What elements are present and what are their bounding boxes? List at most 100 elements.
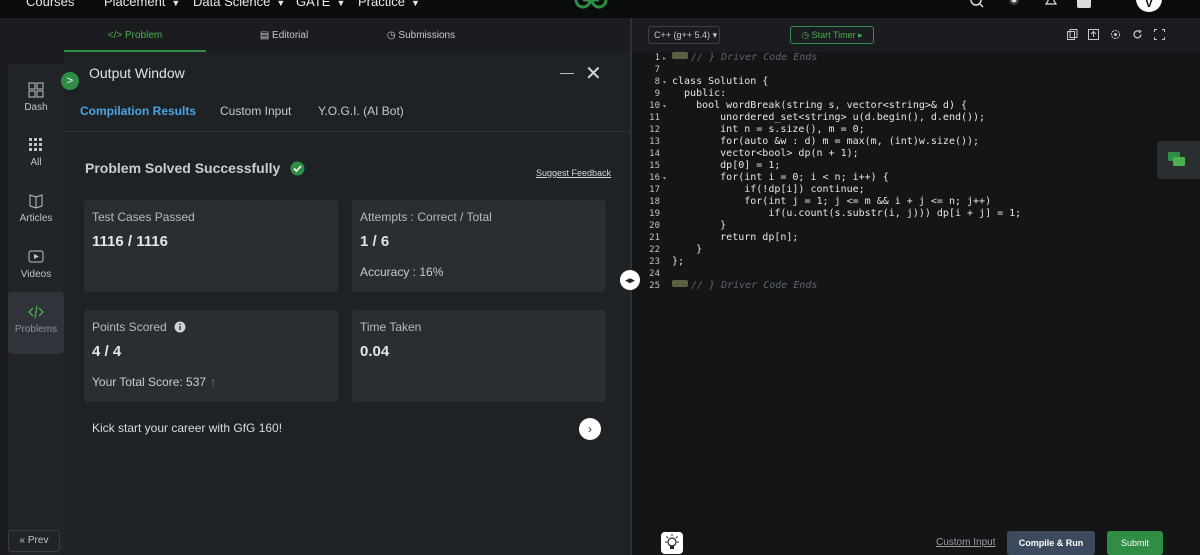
code-line[interactable]: for(int j = 1; j <= m && i + j <= n; j++… [672,196,991,207]
fold-arrow-icon[interactable]: ▸ [663,55,666,62]
tab-custom-input-label: Custom Input [220,104,292,118]
resize-handle-icon[interactable]: ◂▸ [620,270,640,290]
tab-yogi-bot[interactable]: Y.O.G.I. (AI Bot) [318,104,404,118]
close-icon[interactable]: ✕ [585,64,602,84]
chat-bubble-button[interactable] [1157,141,1200,179]
submit-button[interactable]: Submit [1107,531,1163,555]
code-line[interactable]: for(int i = 0; i < n; i++) { [672,172,889,183]
fullscreen-icon[interactable] [1154,29,1165,40]
code-line[interactable]: if(!dp[i]) continue; [672,184,864,195]
chevron-down-icon: ▾ [712,30,718,40]
code-line[interactable]: bool wordBreak(string s, vector<string>&… [672,100,967,111]
sidebar-item-articles-label: Articles [19,213,53,224]
sidebar-item-all[interactable]: All [8,137,64,168]
chevron-right-icon[interactable]: › [579,418,601,440]
code-line[interactable]: }; [672,256,684,267]
start-timer-label: Start Timer [811,30,856,40]
code-line[interactable]: // } Driver Code Ends [672,52,817,63]
line-number: 13 [649,137,660,147]
compile-run-button[interactable]: Compile & Run [1007,531,1095,555]
sidebar-item-dash[interactable]: Dash [8,82,64,113]
line-number: 20 [649,221,660,231]
code-line[interactable]: } [672,244,702,255]
code-line[interactable]: dp[0] = 1; [672,160,780,171]
code-line[interactable]: for(auto &w : d) m = max(m, (int)w.size(… [672,136,979,147]
code-line[interactable]: if(u.count(s.substr(i, j))) dp[i + j] = … [672,208,1021,219]
points-value: 4 / 4 [92,343,122,360]
line-number: 11 [649,113,660,123]
tab-submissions[interactable]: ◷ Submissions [376,18,466,52]
time-value: 0.04 [360,343,390,360]
language-label: C++ (g++ 5.4) [654,30,711,40]
line-number: 17 [649,185,660,195]
reset-icon[interactable] [1132,29,1143,40]
points-label-row: Points Scored [92,320,186,334]
tab-problem[interactable]: </> Problem [64,18,206,52]
upload-icon[interactable] [1088,29,1099,40]
gear-icon[interactable] [1110,29,1121,40]
nav-data-science-label: Data Science [193,0,271,9]
prev-button-label: « Prev [19,535,49,546]
kickstart-banner-text: Kick start your career with GfG 160! [92,421,283,435]
copy-icon[interactable] [1067,29,1078,40]
book-icon [29,194,43,209]
sidebar-item-dash-label: Dash [24,102,48,113]
tab-custom-input[interactable]: Custom Input [220,104,291,118]
line-number: 22 [649,245,660,255]
nav-courses[interactable]: Courses [26,0,74,9]
bell-icon[interactable] [1044,0,1058,10]
sidebar-item-articles[interactable]: Articles [8,193,64,224]
avatar-letter: V [1144,0,1153,10]
theme-toggle-icon[interactable] [1006,0,1022,10]
code-line[interactable]: unordered_set<string> u(d.begin(), d.end… [672,112,985,123]
expand-arrow-icon[interactable]: > [61,72,79,90]
prev-button[interactable]: « Prev [8,530,60,552]
play-icon: ▸ [858,30,863,40]
tab-compilation-results-label: Compilation Results [80,104,197,118]
language-select[interactable]: C++ (g++ 5.4) ▾ [648,26,720,44]
line-number: 21 [649,233,660,243]
sidebar-item-problems[interactable]: Problems [8,292,64,354]
user-card-icon[interactable] [1077,0,1091,8]
suggest-feedback-link[interactable]: Suggest Feedback [536,168,611,178]
code-line[interactable]: vector<bool> dp(n + 1); [672,148,858,159]
problem-tab-bar: </> Problem ▤ Editorial ◷ Submissions [64,18,630,52]
fold-arrow-icon[interactable]: ▾ [663,103,666,110]
dashboard-icon [28,82,44,98]
avatar[interactable]: V [1136,0,1162,12]
nav-data-science[interactable]: Data Science ▼ [193,0,285,9]
info-icon[interactable] [174,321,186,333]
code-line[interactable]: int n = s.size(), m = 0; [672,124,865,135]
test-cases-label: Test Cases Passed [92,210,195,224]
code-line[interactable]: public: [672,88,726,99]
code-line[interactable]: // } Driver Code Ends [672,280,817,291]
sidebar-item-videos[interactable]: Videos [8,249,64,280]
tab-compilation-results[interactable]: Compilation Results [80,104,196,118]
code-comment: // } Driver Code Ends [691,52,818,63]
chevron-down-icon: ▼ [276,0,286,8]
sidebar-item-videos-label: Videos [20,269,52,280]
nav-practice[interactable]: Practice ▼ [358,0,420,9]
nav-placement[interactable]: Placement ▼ [104,0,180,9]
minimize-icon[interactable] [560,73,574,74]
line-number: 14 [649,149,660,159]
arrow-up-icon: ↑ [210,375,217,389]
check-circle-icon [290,161,305,176]
tab-editorial[interactable]: ▤ Editorial [244,18,324,52]
search-icon[interactable] [970,0,984,10]
gfg-logo-icon[interactable] [573,0,609,12]
lightbulb-icon[interactable] [661,532,683,554]
code-line[interactable]: return dp[n]; [672,232,798,243]
code-line[interactable]: class Solution { [672,76,768,87]
custom-input-link[interactable]: Custom Input [936,537,995,548]
output-tabs: Compilation Results Custom Input Y.O.G.I… [64,92,630,132]
test-cases-card: Test Cases Passed 1116 / 1116 [84,200,338,292]
fold-arrow-icon[interactable]: ▾ [663,175,666,182]
fold-arrow-icon[interactable]: ▾ [663,79,666,86]
nav-gate[interactable]: GATE ▼ [296,0,345,9]
line-number: 7 [654,65,660,75]
code-line[interactable]: } [672,220,726,231]
start-timer-button[interactable]: ◷ Start Timer ▸ [790,26,874,44]
video-icon [28,250,44,263]
line-number: 19 [649,209,660,219]
